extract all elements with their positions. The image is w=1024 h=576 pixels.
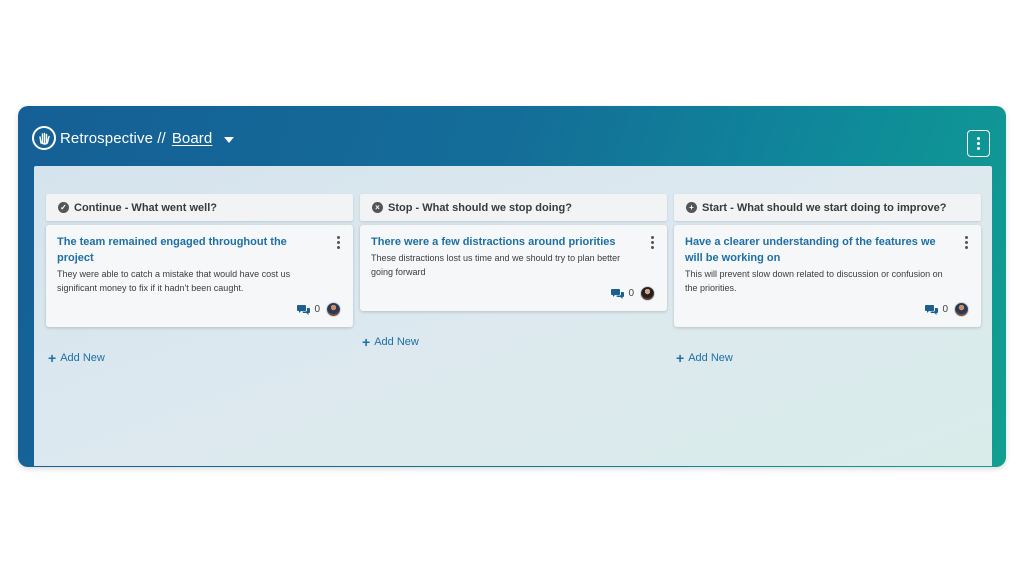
column-header: × Stop - What should we stop doing? [360,194,667,221]
header-menu-button[interactable] [967,130,990,157]
chevron-down-icon[interactable] [224,136,235,143]
column-stop: × Stop - What should we stop doing? Ther… [360,194,667,350]
plus-circle-icon: + [686,202,697,213]
card-footer: 0 [57,301,341,317]
add-new-button[interactable]: + Add New [674,349,981,366]
page-title: Retrospective // Board [60,130,235,147]
card-title[interactable]: There were a few distractions around pri… [371,234,637,250]
comments-button[interactable]: 0 [297,304,320,315]
retro-card[interactable]: There were a few distractions around pri… [360,225,667,311]
add-new-button[interactable]: + Add New [46,349,353,366]
comments-icon [611,288,625,299]
kebab-icon [977,137,980,140]
comments-icon [297,304,311,315]
column-header: ✓ Continue - What went well? [46,194,353,221]
comments-button[interactable]: 0 [611,288,634,299]
card-body: These distractions lost us time and we s… [371,253,621,277]
card-title[interactable]: Have a clearer understanding of the feat… [685,234,951,266]
card-menu-button[interactable] [336,236,340,249]
add-new-label: Add New [60,352,105,364]
card-title[interactable]: The team remained engaged throughout the… [57,234,323,266]
hand-icon [32,126,56,150]
kebab-icon [964,236,968,239]
card-footer: 0 [685,301,969,317]
app-header: Retrospective // Board [18,106,1006,166]
retro-card[interactable]: Have a clearer understanding of the feat… [674,225,981,327]
board-area: ✓ Continue - What went well? The team re… [34,166,992,466]
app-name: Retrospective // [60,130,166,147]
add-new-button[interactable]: + Add New [360,333,667,350]
card-footer: 0 [371,285,655,301]
comment-count: 0 [314,303,320,315]
plus-icon: + [676,349,685,366]
add-new-label: Add New [374,336,419,348]
column-start: + Start - What should we start doing to … [674,194,981,366]
board-link[interactable]: Board [172,130,213,147]
avatar[interactable] [954,301,969,317]
card-body: They were able to catch a mistake that w… [57,269,291,293]
card-menu-button[interactable] [650,236,654,249]
column-continue: ✓ Continue - What went well? The team re… [46,194,353,366]
comments-button[interactable]: 0 [925,304,948,315]
app-window: Retrospective // Board ✓ Continue - What… [18,106,1006,467]
card-body: This will prevent slow down related to d… [685,269,943,293]
avatar[interactable] [326,301,341,317]
kebab-icon [650,236,654,239]
column-title: Stop - What should we stop doing? [388,201,572,214]
comment-count: 0 [628,287,634,299]
kebab-icon [336,236,340,239]
column-header: + Start - What should we start doing to … [674,194,981,221]
comment-count: 0 [942,303,948,315]
avatar[interactable] [640,285,655,301]
comments-icon [925,304,939,315]
retro-card[interactable]: The team remained engaged throughout the… [46,225,353,327]
card-menu-button[interactable] [964,236,968,249]
x-circle-icon: × [372,202,383,213]
check-circle-icon: ✓ [58,202,69,213]
add-new-label: Add New [688,352,733,364]
plus-icon: + [48,349,57,366]
column-title: Continue - What went well? [74,201,217,214]
plus-icon: + [362,333,371,350]
column-title: Start - What should we start doing to im… [702,201,947,214]
